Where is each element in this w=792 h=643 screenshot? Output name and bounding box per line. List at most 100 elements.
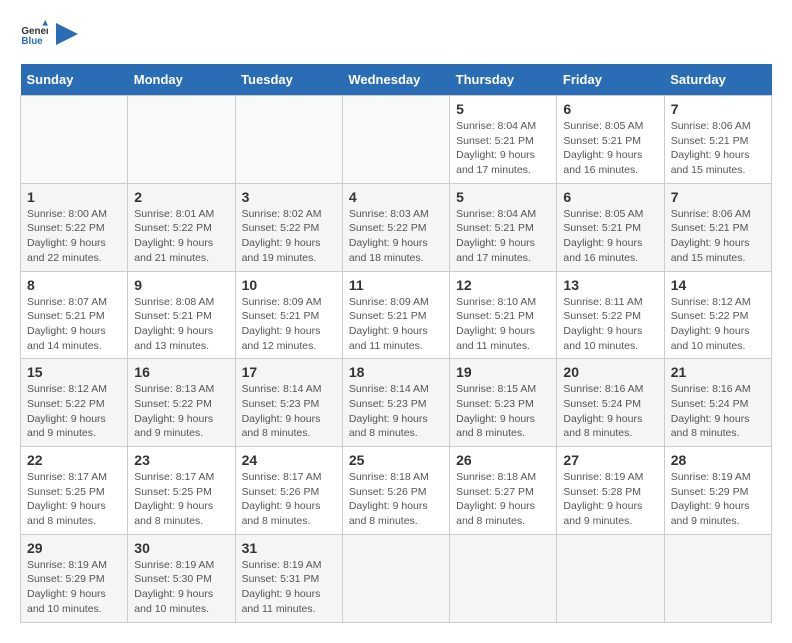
calendar-table: SundayMondayTuesdayWednesdayThursdayFrid… [20, 64, 772, 623]
day-info: Sunrise: 8:06 AMSunset: 5:21 PMDaylight:… [671, 119, 765, 178]
header-monday: Monday [128, 64, 235, 96]
day-info: Sunrise: 8:13 AMSunset: 5:22 PMDaylight:… [134, 382, 228, 441]
header-wednesday: Wednesday [342, 64, 449, 96]
day-number: 1 [27, 189, 121, 205]
day-number: 6 [563, 189, 657, 205]
day-info: Sunrise: 8:04 AMSunset: 5:21 PMDaylight:… [456, 119, 550, 178]
day-info: Sunrise: 8:16 AMSunset: 5:24 PMDaylight:… [563, 382, 657, 441]
svg-text:Blue: Blue [21, 36, 43, 47]
calendar-cell: 5 Sunrise: 8:04 AMSunset: 5:21 PMDayligh… [450, 183, 557, 271]
calendar-cell: 6 Sunrise: 8:05 AMSunset: 5:21 PMDayligh… [557, 183, 664, 271]
day-info: Sunrise: 8:19 AMSunset: 5:30 PMDaylight:… [134, 558, 228, 617]
day-number: 29 [27, 540, 121, 556]
calendar-cell: 29 Sunrise: 8:19 AMSunset: 5:29 PMDaylig… [21, 534, 128, 622]
calendar-week-1: 1 Sunrise: 8:00 AMSunset: 5:22 PMDayligh… [21, 183, 772, 271]
day-number: 7 [671, 189, 765, 205]
calendar-cell: 5 Sunrise: 8:04 AMSunset: 5:21 PMDayligh… [450, 96, 557, 184]
header-thursday: Thursday [450, 64, 557, 96]
day-number: 9 [134, 277, 228, 293]
calendar-cell: 10 Sunrise: 8:09 AMSunset: 5:21 PMDaylig… [235, 271, 342, 359]
calendar-cell [235, 96, 342, 184]
day-number: 26 [456, 452, 550, 468]
day-info: Sunrise: 8:17 AMSunset: 5:25 PMDaylight:… [27, 470, 121, 529]
day-info: Sunrise: 8:15 AMSunset: 5:23 PMDaylight:… [456, 382, 550, 441]
day-number: 18 [349, 364, 443, 380]
day-number: 19 [456, 364, 550, 380]
calendar-cell: 31 Sunrise: 8:19 AMSunset: 5:31 PMDaylig… [235, 534, 342, 622]
day-number: 21 [671, 364, 765, 380]
day-info: Sunrise: 8:05 AMSunset: 5:21 PMDaylight:… [563, 119, 657, 178]
day-info: Sunrise: 8:12 AMSunset: 5:22 PMDaylight:… [27, 382, 121, 441]
calendar-cell: 27 Sunrise: 8:19 AMSunset: 5:28 PMDaylig… [557, 447, 664, 535]
day-info: Sunrise: 8:10 AMSunset: 5:21 PMDaylight:… [456, 295, 550, 354]
day-number: 30 [134, 540, 228, 556]
calendar-cell: 14 Sunrise: 8:12 AMSunset: 5:22 PMDaylig… [664, 271, 771, 359]
calendar-cell: 25 Sunrise: 8:18 AMSunset: 5:26 PMDaylig… [342, 447, 449, 535]
day-info: Sunrise: 8:19 AMSunset: 5:31 PMDaylight:… [242, 558, 336, 617]
day-number: 4 [349, 189, 443, 205]
calendar-cell: 6 Sunrise: 8:05 AMSunset: 5:21 PMDayligh… [557, 96, 664, 184]
calendar-cell: 22 Sunrise: 8:17 AMSunset: 5:25 PMDaylig… [21, 447, 128, 535]
day-number: 31 [242, 540, 336, 556]
logo-arrow-icon [56, 23, 78, 45]
day-number: 5 [456, 189, 550, 205]
day-number: 22 [27, 452, 121, 468]
day-number: 24 [242, 452, 336, 468]
day-number: 23 [134, 452, 228, 468]
day-info: Sunrise: 8:08 AMSunset: 5:21 PMDaylight:… [134, 295, 228, 354]
logo-icon: General Blue [20, 20, 48, 48]
calendar-cell: 1 Sunrise: 8:00 AMSunset: 5:22 PMDayligh… [21, 183, 128, 271]
header-saturday: Saturday [664, 64, 771, 96]
day-info: Sunrise: 8:00 AMSunset: 5:22 PMDaylight:… [27, 207, 121, 266]
day-info: Sunrise: 8:09 AMSunset: 5:21 PMDaylight:… [349, 295, 443, 354]
day-info: Sunrise: 8:14 AMSunset: 5:23 PMDaylight:… [242, 382, 336, 441]
day-number: 13 [563, 277, 657, 293]
day-number: 8 [27, 277, 121, 293]
calendar-week-0: 5 Sunrise: 8:04 AMSunset: 5:21 PMDayligh… [21, 96, 772, 184]
day-info: Sunrise: 8:03 AMSunset: 5:22 PMDaylight:… [349, 207, 443, 266]
day-number: 5 [456, 101, 550, 117]
day-info: Sunrise: 8:16 AMSunset: 5:24 PMDaylight:… [671, 382, 765, 441]
day-number: 16 [134, 364, 228, 380]
day-info: Sunrise: 8:04 AMSunset: 5:21 PMDaylight:… [456, 207, 550, 266]
day-number: 12 [456, 277, 550, 293]
day-number: 2 [134, 189, 228, 205]
calendar-cell: 15 Sunrise: 8:12 AMSunset: 5:22 PMDaylig… [21, 359, 128, 447]
day-number: 28 [671, 452, 765, 468]
calendar-cell: 21 Sunrise: 8:16 AMSunset: 5:24 PMDaylig… [664, 359, 771, 447]
day-info: Sunrise: 8:09 AMSunset: 5:21 PMDaylight:… [242, 295, 336, 354]
calendar-cell: 19 Sunrise: 8:15 AMSunset: 5:23 PMDaylig… [450, 359, 557, 447]
day-number: 11 [349, 277, 443, 293]
logo: General Blue [20, 20, 78, 48]
day-number: 17 [242, 364, 336, 380]
day-number: 10 [242, 277, 336, 293]
calendar-cell [21, 96, 128, 184]
calendar-cell [557, 534, 664, 622]
calendar-cell: 4 Sunrise: 8:03 AMSunset: 5:22 PMDayligh… [342, 183, 449, 271]
calendar-header-row: SundayMondayTuesdayWednesdayThursdayFrid… [21, 64, 772, 96]
calendar-cell: 7 Sunrise: 8:06 AMSunset: 5:21 PMDayligh… [664, 183, 771, 271]
calendar-cell: 30 Sunrise: 8:19 AMSunset: 5:30 PMDaylig… [128, 534, 235, 622]
calendar-cell: 8 Sunrise: 8:07 AMSunset: 5:21 PMDayligh… [21, 271, 128, 359]
day-info: Sunrise: 8:02 AMSunset: 5:22 PMDaylight:… [242, 207, 336, 266]
calendar-cell: 28 Sunrise: 8:19 AMSunset: 5:29 PMDaylig… [664, 447, 771, 535]
calendar-week-2: 8 Sunrise: 8:07 AMSunset: 5:21 PMDayligh… [21, 271, 772, 359]
calendar-cell: 24 Sunrise: 8:17 AMSunset: 5:26 PMDaylig… [235, 447, 342, 535]
calendar-cell: 26 Sunrise: 8:18 AMSunset: 5:27 PMDaylig… [450, 447, 557, 535]
day-info: Sunrise: 8:17 AMSunset: 5:25 PMDaylight:… [134, 470, 228, 529]
day-info: Sunrise: 8:18 AMSunset: 5:27 PMDaylight:… [456, 470, 550, 529]
calendar-cell: 11 Sunrise: 8:09 AMSunset: 5:21 PMDaylig… [342, 271, 449, 359]
calendar-cell: 9 Sunrise: 8:08 AMSunset: 5:21 PMDayligh… [128, 271, 235, 359]
day-number: 3 [242, 189, 336, 205]
calendar-cell: 3 Sunrise: 8:02 AMSunset: 5:22 PMDayligh… [235, 183, 342, 271]
calendar-cell [342, 96, 449, 184]
header-tuesday: Tuesday [235, 64, 342, 96]
day-number: 7 [671, 101, 765, 117]
day-info: Sunrise: 8:19 AMSunset: 5:29 PMDaylight:… [671, 470, 765, 529]
calendar-week-3: 15 Sunrise: 8:12 AMSunset: 5:22 PMDaylig… [21, 359, 772, 447]
day-info: Sunrise: 8:19 AMSunset: 5:28 PMDaylight:… [563, 470, 657, 529]
calendar-cell: 20 Sunrise: 8:16 AMSunset: 5:24 PMDaylig… [557, 359, 664, 447]
day-info: Sunrise: 8:14 AMSunset: 5:23 PMDaylight:… [349, 382, 443, 441]
day-number: 27 [563, 452, 657, 468]
day-info: Sunrise: 8:06 AMSunset: 5:21 PMDaylight:… [671, 207, 765, 266]
